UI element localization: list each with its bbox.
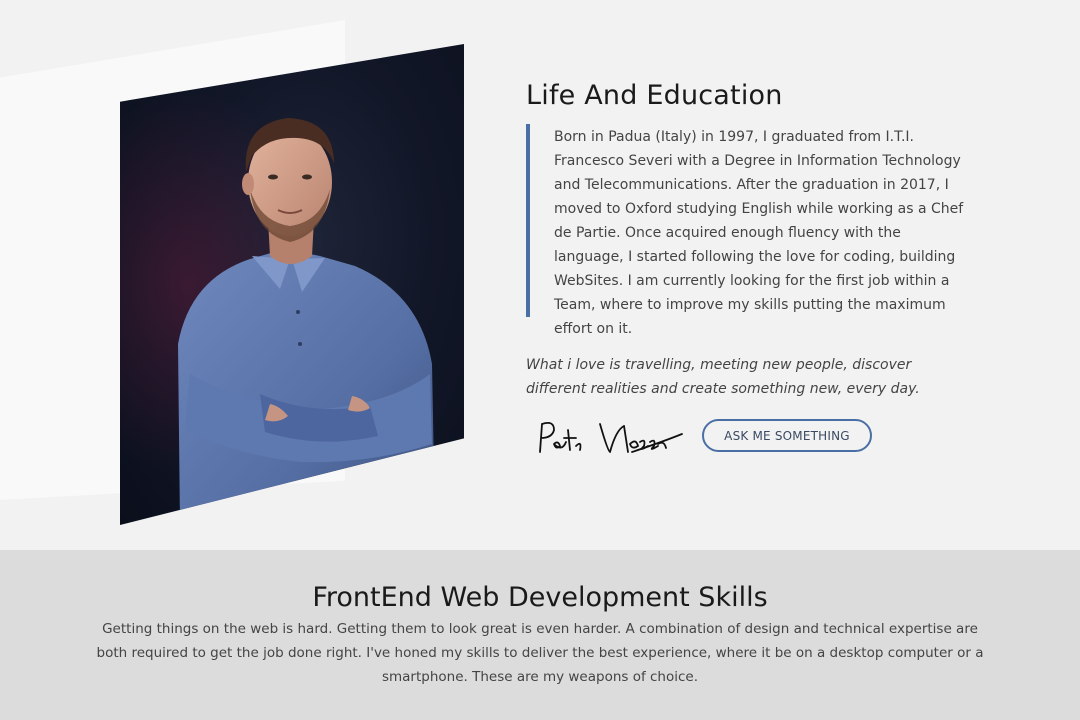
personal-quote: What i love is travelling, meeting new p… [526,357,920,397]
ask-me-button[interactable]: ASK ME SOMETHING [702,419,872,452]
skills-title: FrontEnd Web Development Skills [312,582,768,613]
profile-photo [120,44,464,525]
skills-description: Getting things on the web is hard. Getti… [96,621,984,685]
skills-section: FrontEnd Web Development Skills Getting … [0,550,1080,720]
signature-image [532,412,687,462]
bio-text: Born in Padua (Italy) in 1997, I graduat… [554,129,964,337]
about-section: Life And Education Born in Padua (Italy)… [0,0,1080,550]
bio-blockquote: Born in Padua (Italy) in 1997, I graduat… [526,124,966,337]
about-title: Life And Education [526,80,783,111]
